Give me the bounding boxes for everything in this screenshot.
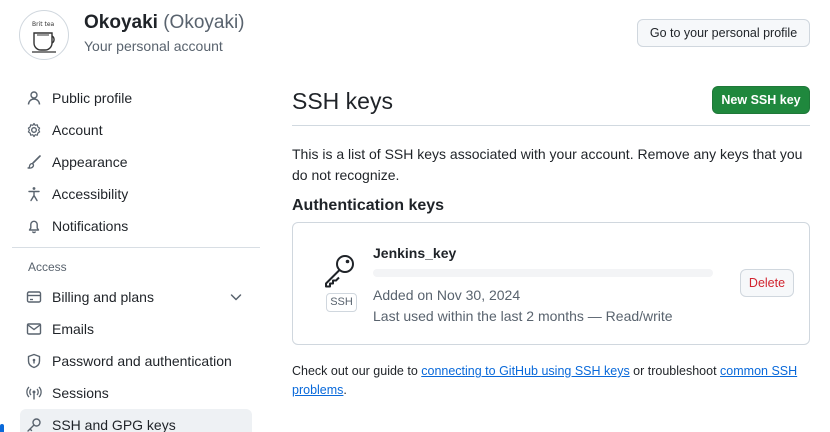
user-display-name: Okoyaki (84, 12, 158, 33)
page-title: SSH keys (292, 88, 393, 114)
paintbrush-icon (26, 154, 42, 170)
ssh-guide-link[interactable]: connecting to GitHub using SSH keys (421, 364, 629, 378)
broadcast-icon (26, 385, 42, 401)
settings-sidebar: Public profile Account Appearance Access… (12, 82, 260, 432)
avatar[interactable]: Brit tea (19, 10, 69, 60)
sidebar-item-label: Emails (52, 321, 95, 337)
svg-text:Brit tea: Brit tea (32, 21, 55, 28)
sidebar-item-label: Accessibility (52, 186, 129, 202)
sidebar-item-public-profile[interactable]: Public profile (12, 82, 260, 114)
gear-icon (26, 122, 42, 138)
user-login: (Okoyaki) (163, 12, 245, 33)
sidebar-item-label: Password and authentication (52, 353, 232, 369)
ssh-key-last-used: Last used within the last 2 months — Rea… (373, 308, 673, 324)
sidebar-item-emails[interactable]: Emails (12, 313, 260, 345)
sidebar-item-label: SSH and GPG keys (52, 417, 176, 432)
new-ssh-key-button[interactable]: New SSH key (712, 86, 810, 114)
settings-header: Brit tea Okoyaki (Okoyaki) Your personal… (0, 0, 830, 70)
key-fingerprint-redacted (373, 269, 713, 277)
sidebar-item-notifications[interactable]: Notifications (12, 210, 260, 242)
user-name: Okoyaki (Okoyaki) (84, 12, 245, 34)
key-icon (26, 417, 42, 432)
mail-icon (26, 321, 42, 337)
sidebar-item-ssh-gpg-keys[interactable]: SSH and GPG keys (20, 409, 252, 432)
sidebar-item-sessions[interactable]: Sessions (12, 377, 260, 409)
accessibility-icon (26, 186, 42, 202)
ssh-key-list-item: SSH Jenkins_key Added on Nov 30, 2024 La… (292, 222, 810, 345)
sidebar-item-account[interactable]: Account (12, 114, 260, 146)
ssh-key-title: Jenkins_key (373, 245, 457, 261)
help-middle: or troubleshoot (629, 364, 721, 378)
active-item-marker (0, 424, 4, 432)
go-to-profile-button[interactable]: Go to your personal profile (637, 19, 810, 47)
sidebar-item-appearance[interactable]: Appearance (12, 146, 260, 178)
page-description: This is a list of SSH keys associated wi… (292, 146, 803, 183)
help-suffix: . (343, 383, 347, 397)
ssh-type-badge: SSH (326, 293, 357, 312)
sidebar-heading-access: Access (28, 260, 67, 274)
section-title-authentication-keys: Authentication keys (292, 197, 445, 214)
chevron-down-icon[interactable] (228, 289, 244, 305)
account-type-label: Your personal account (84, 38, 223, 54)
credit-card-icon (26, 289, 42, 305)
shield-lock-icon (26, 353, 42, 369)
sidebar-item-label: Notifications (52, 218, 129, 234)
sidebar-item-label: Billing and plans (52, 289, 154, 305)
key-icon (323, 253, 357, 289)
sidebar-item-billing[interactable]: Billing and plans (12, 281, 260, 313)
sidebar-item-label: Account (52, 122, 103, 138)
sidebar-item-label: Appearance (52, 154, 128, 170)
sidebar-item-password-auth[interactable]: Password and authentication (12, 345, 260, 377)
help-prefix: Check out our guide to (292, 364, 422, 378)
sidebar-item-label: Sessions (52, 385, 109, 401)
person-icon (26, 90, 42, 106)
sidebar-item-label: Public profile (52, 90, 133, 106)
delete-key-button[interactable]: Delete (740, 269, 794, 297)
sidebar-item-accessibility[interactable]: Accessibility (12, 178, 260, 210)
sidebar-divider (12, 247, 260, 248)
help-text: Check out our guide to connecting to Git… (292, 362, 812, 400)
bell-icon (26, 218, 42, 234)
title-divider (292, 125, 810, 126)
ssh-key-added-date: Added on Nov 30, 2024 (373, 287, 521, 303)
